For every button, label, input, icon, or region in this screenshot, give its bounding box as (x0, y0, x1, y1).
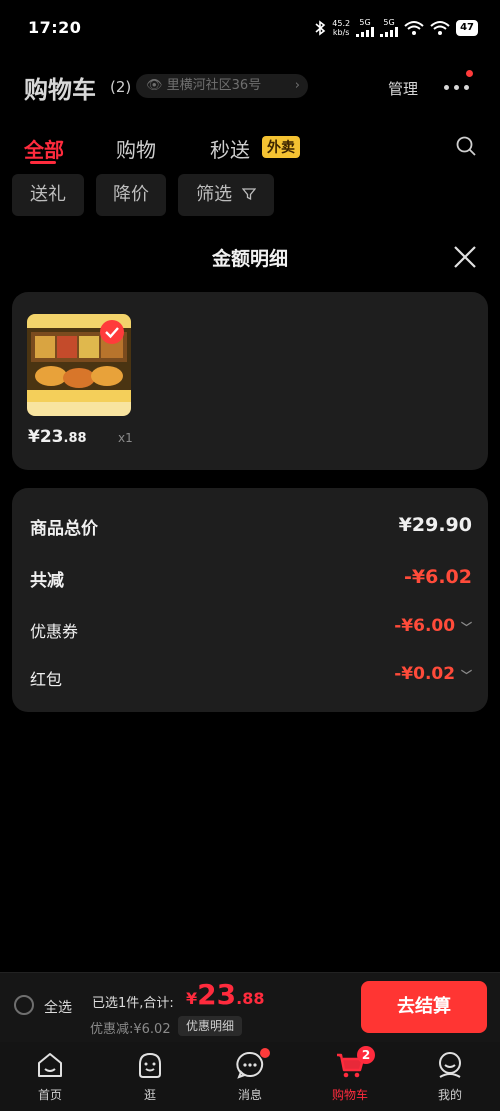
row-label-redpacket: 红包 (30, 670, 63, 689)
close-icon[interactable] (452, 244, 478, 270)
nav-profile[interactable]: 我的 (400, 1046, 500, 1108)
bluetooth-icon (315, 19, 326, 36)
chevron-down-icon: ﹀ (461, 621, 472, 634)
signal-icon (356, 27, 375, 37)
network-speed: 45.2 kb/s (332, 18, 351, 37)
status-icons: 45.2 kb/s 5G 5G 47 (314, 18, 478, 37)
search-icon[interactable] (456, 136, 476, 156)
page-title: 购物车 (24, 76, 96, 104)
eye-icon: 👁 (146, 78, 163, 93)
discount-detail-button[interactable]: 优惠明细 (178, 1016, 243, 1036)
signal-5g-1: 5G (356, 18, 375, 37)
row-label-reduction: 共减 (30, 571, 64, 591)
row-value-coupon: -¥6.00 (394, 616, 456, 636)
nav-label: 购物车 (331, 1088, 368, 1102)
address-text: 里横河社区36号 (166, 78, 262, 93)
signal-5g-2: 5G (380, 18, 399, 37)
item-quantity: x1 (118, 431, 133, 445)
address-pill[interactable]: 👁 里横河社区36号 › (136, 74, 308, 98)
selection-summary: 已选1件,合计: (92, 996, 174, 1011)
nav-label: 首页 (37, 1088, 62, 1102)
cart-count-badge: 2 (357, 1046, 375, 1064)
signal-icon (380, 27, 399, 37)
nav-cart[interactable]: 购物车 2 (300, 1046, 400, 1108)
profile-icon (439, 1052, 461, 1078)
tab-shopping[interactable]: 购物 (116, 134, 156, 163)
wifi-icon (404, 20, 424, 35)
filter-label: 筛选 (196, 184, 233, 205)
select-all-label[interactable]: 全选 (44, 997, 72, 1017)
status-time: 17:20 (28, 18, 82, 37)
manage-button[interactable]: 管理 (388, 78, 418, 99)
nav-label: 消息 (237, 1088, 262, 1102)
browse-icon (139, 1052, 161, 1078)
row-label-coupon: 优惠券 (30, 622, 79, 641)
row-redpacket[interactable]: -¥0.02 ﹀ (394, 664, 472, 684)
nav-label: 我的 (437, 1088, 462, 1102)
panel-title: 金额明细 (211, 248, 288, 270)
wifi-icon (430, 20, 450, 35)
select-all-radio[interactable] (14, 995, 34, 1015)
nav-home[interactable]: 首页 (0, 1046, 100, 1108)
tab-instant[interactable]: 秒送 (210, 134, 250, 163)
more-icon[interactable] (444, 80, 476, 94)
status-bar: 17:20 45.2 kb/s 5G 5G 47 (0, 0, 500, 56)
nav-browse[interactable]: 逛 (100, 1046, 200, 1108)
nav-label: 逛 (143, 1088, 156, 1102)
filter-gift[interactable]: 送礼 (12, 174, 84, 216)
notification-dot (466, 70, 473, 77)
nav-messages[interactable]: 消息 (200, 1046, 300, 1108)
row-value-total: ¥29.90 (398, 514, 472, 536)
chevron-down-icon: ﹀ (461, 669, 472, 682)
row-value-redpacket: -¥0.02 (394, 664, 456, 684)
battery-icon: 47 (456, 19, 478, 36)
funnel-icon (241, 188, 257, 201)
takeout-badge: 外卖 (262, 136, 300, 158)
total-price: ¥23.88 (186, 978, 265, 1011)
row-label-total: 商品总价 (30, 519, 98, 539)
discount-text: 优惠减:¥6.02 (90, 1022, 171, 1037)
filter-filter[interactable]: 筛选 (178, 174, 274, 216)
tab-underline (30, 161, 56, 164)
checkout-button[interactable]: 去结算 (361, 981, 487, 1033)
item-price: ¥23.88 (28, 427, 87, 447)
filter-price-drop[interactable]: 降价 (96, 174, 166, 216)
home-icon (38, 1053, 62, 1077)
row-value-reduction: -¥6.02 (404, 566, 472, 588)
message-dot (260, 1048, 270, 1058)
selected-check-icon (100, 320, 124, 344)
chevron-right-icon: › (294, 78, 300, 93)
tab-all[interactable]: 全部 (24, 134, 64, 163)
row-coupon[interactable]: -¥6.00 ﹀ (394, 616, 472, 636)
cart-count: (2) (110, 78, 132, 96)
